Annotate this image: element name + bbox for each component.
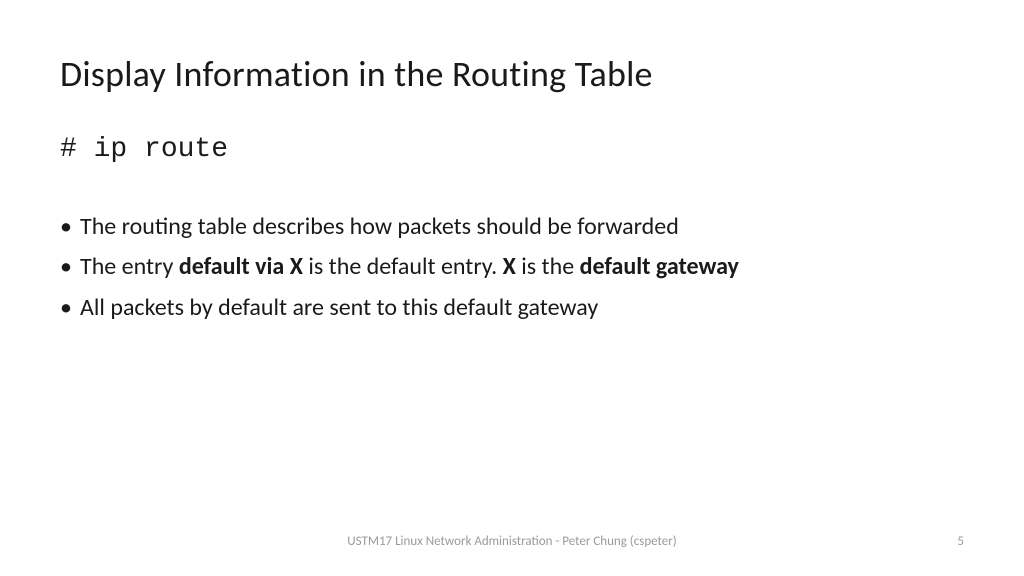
list-item: The entry default via X is the default e… (60, 251, 964, 283)
footer-text: USTM17 Linux Network Administration - Pe… (347, 534, 676, 549)
slide-title: Display Information in the Routing Table (60, 52, 964, 96)
slide: Display Information in the Routing Table… (0, 0, 1024, 576)
text: is the (516, 252, 580, 281)
list-item: The routing table describes how packets … (60, 211, 964, 243)
text: The routing table describes how packets … (80, 212, 679, 241)
command-line: # ip route (60, 134, 964, 165)
bullet-list: The routing table describes how packets … (60, 211, 964, 324)
bold-text: X (503, 252, 516, 281)
footer: USTM17 Linux Network Administration - Pe… (0, 534, 1024, 554)
bold-text: default gateway (580, 252, 739, 281)
text: All packets by default are sent to this … (80, 293, 598, 322)
page-number: 5 (957, 534, 964, 549)
text: The entry (80, 252, 179, 281)
bold-text: default via X (179, 252, 303, 281)
text: is the default entry. (303, 252, 503, 281)
list-item: All packets by default are sent to this … (60, 292, 964, 324)
